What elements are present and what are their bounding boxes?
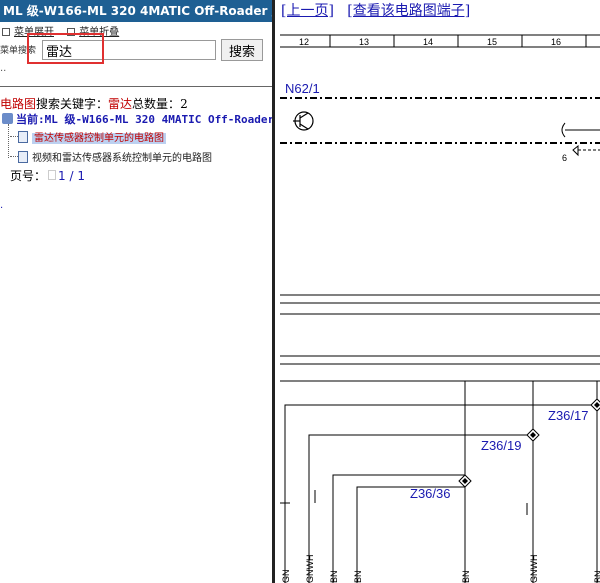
connector-label: Z36/17	[548, 408, 588, 423]
grid-label: 14	[423, 37, 433, 47]
vehicle-title-bar: ML 级-W166-ML 320 4MATIC Off-Roader / GLE	[0, 0, 272, 22]
grid-label: 15	[487, 37, 497, 47]
tree-item-label: 视频和雷达传感器系统控制单元的电路图	[32, 153, 212, 164]
wire-color-label: GNWH	[529, 555, 539, 583]
search-label: 菜单搜索	[0, 46, 37, 56]
tree-item-label: 雷达传感器控制单元的电路图	[32, 133, 166, 144]
result-keyword-label: 搜索关键字：	[36, 97, 109, 111]
grid-label: 12	[299, 37, 309, 47]
menu-expand-link[interactable]: 菜单展开	[14, 27, 54, 38]
tree-root[interactable]: 当前:ML 级-W166-ML 320 4MATIC Off-Roader	[2, 111, 272, 127]
wire-color-label: BN	[353, 570, 363, 583]
splice-icon	[458, 474, 472, 488]
component-label: N62/1	[285, 81, 320, 96]
transistor-icon	[293, 111, 314, 131]
expand-icon	[2, 28, 10, 36]
tree-item-radar-ecu-diagram[interactable]: 雷达传感器控制单元的电路图	[10, 129, 166, 144]
page-label: 页号：	[10, 169, 47, 183]
connector-label: Z36/19	[481, 438, 521, 453]
wire-color-label: GNWH	[305, 555, 315, 583]
divider	[0, 86, 272, 87]
wire-color-label: BN	[329, 570, 339, 583]
splice-icon	[590, 398, 600, 412]
menu-toggle-links: 菜单展开 菜单折叠	[2, 23, 129, 38]
wiring-diagram: 12 13 14 15 16 N62/1 6 Z36/17 Z36/19 Z36…	[280, 34, 600, 583]
menu-collapse-link[interactable]: 菜单折叠	[79, 27, 119, 38]
stray-link[interactable]: .	[0, 200, 3, 211]
grid-label: 13	[359, 37, 369, 47]
vehicle-title: ML 级-W166-ML 320 4MATIC Off-Roader / GLE	[3, 4, 272, 18]
search-result-summary: 电路图搜索关键字：雷达总数量：2	[0, 95, 188, 112]
result-category: 电路图	[0, 97, 37, 111]
grid-label: 16	[551, 37, 561, 47]
page-indicator: 页号： 1 / 1	[10, 167, 85, 184]
tree-item-video-radar-diagram[interactable]: 视频和雷达传感器系统控制单元的电路图	[10, 149, 212, 164]
page-box	[48, 170, 57, 180]
wire-color-label: BN	[461, 570, 471, 583]
tree-connector	[8, 124, 9, 158]
document-icon	[18, 131, 28, 143]
page-value[interactable]: 1 / 1	[58, 169, 85, 183]
tree-root-label: 当前:ML 级-W166-ML 320 4MATIC Off-Roader	[16, 113, 272, 126]
search-input[interactable]	[42, 40, 216, 60]
ellipsis-text: ..	[0, 63, 7, 74]
result-keyword: 雷达	[108, 97, 133, 111]
collapse-icon	[67, 28, 76, 36]
pin-number: 6	[562, 153, 567, 163]
wire-color-label: GN	[281, 570, 291, 583]
connector-label: Z36/36	[410, 486, 450, 501]
result-count-label: 总数量：	[132, 97, 181, 111]
wire-color-label: BN	[593, 570, 600, 583]
search-button[interactable]: 搜索	[221, 39, 263, 61]
left-frame: ML 级-W166-ML 320 4MATIC Off-Roader / GLE…	[0, 0, 272, 583]
document-icon	[18, 151, 28, 163]
splice-icon	[526, 428, 540, 442]
result-count: 2	[180, 97, 188, 111]
right-frame: [上一页] [查看该电路图端子] 12 13 14 15 16 N62/1 6 …	[275, 0, 600, 583]
computer-icon	[2, 113, 13, 124]
